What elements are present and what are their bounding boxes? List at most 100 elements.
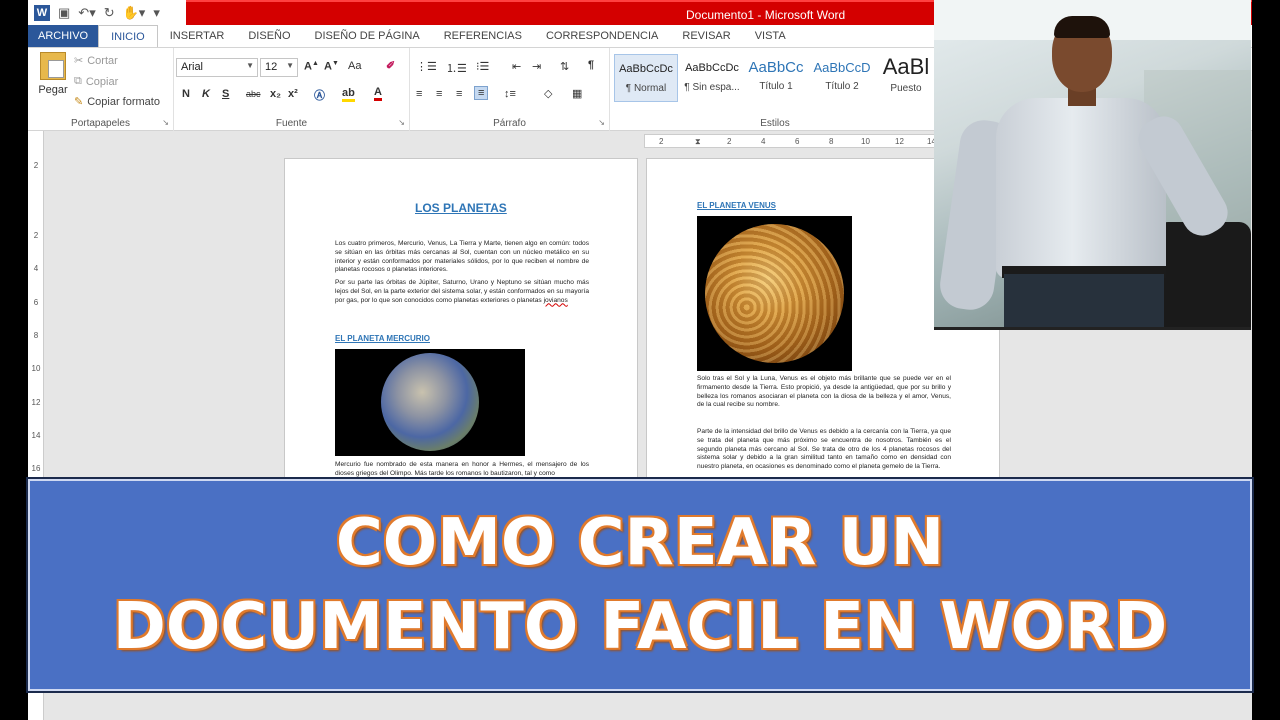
- font-group: Arial ▼ 12 ▼ A▲ A▼ Aa ✐ N K S abc x₂ x² …: [174, 48, 410, 132]
- vruler-tick: 4: [33, 264, 39, 273]
- style-name: ¶ Sin espa...: [684, 82, 740, 93]
- tab-inicio[interactable]: INICIO: [98, 25, 158, 47]
- change-case-button[interactable]: Aa: [348, 60, 361, 72]
- mercury-image[interactable]: [335, 349, 525, 456]
- style-preview: AaBbCcDc: [619, 63, 673, 75]
- bold-button[interactable]: N: [182, 88, 190, 100]
- hruler-tick: 10: [861, 137, 870, 146]
- style-preview: AaBbCcDc: [685, 62, 739, 74]
- copy-button[interactable]: ⧉ Copiar: [74, 75, 118, 88]
- hruler-tick: 4: [761, 137, 766, 146]
- strikethrough-button[interactable]: abc: [246, 89, 261, 99]
- cut-label: Cortar: [87, 54, 118, 67]
- format-painter-button[interactable]: ✎ Copiar formato: [74, 95, 160, 109]
- highlight-icon[interactable]: ab: [342, 87, 355, 102]
- style-titulo-2[interactable]: AaBbCcD Título 2: [810, 54, 874, 102]
- style-preview: AaBbCc: [748, 59, 804, 76]
- vruler-tick: 6: [33, 298, 39, 307]
- window-title: Documento1 - Microsoft Word: [686, 8, 846, 22]
- section-heading: EL PLANETA MERCURIO: [335, 334, 430, 343]
- font-size-value: 12: [265, 61, 278, 73]
- mercury-planet: [381, 353, 479, 451]
- styles-group: AaBbCcDc ¶ Normal AaBbCcDc ¶ Sin espa...…: [610, 48, 940, 132]
- document-title: LOS PLANETAS: [415, 201, 507, 215]
- tab-referencias[interactable]: REFERENCIAS: [432, 25, 534, 47]
- undo-icon[interactable]: ↶▾: [78, 6, 95, 19]
- font-color-icon[interactable]: A: [374, 86, 382, 101]
- chevron-down-icon: ▼: [246, 61, 254, 70]
- format-painter-label: Copiar formato: [87, 95, 160, 108]
- tab-vista[interactable]: VISTA: [743, 25, 798, 47]
- style-name: Título 2: [825, 81, 859, 92]
- chair: [1156, 222, 1251, 327]
- hruler-tick: 12: [895, 137, 904, 146]
- chevron-down-icon: ▼: [286, 61, 294, 70]
- tab-diseno[interactable]: DISEÑO: [236, 25, 302, 47]
- increase-indent-icon[interactable]: ⇥: [532, 60, 541, 73]
- cut-button[interactable]: ✂ Cortar: [74, 54, 118, 68]
- save-icon[interactable]: ▣: [58, 6, 70, 19]
- clear-format-icon[interactable]: ✐: [386, 59, 395, 72]
- venus-image[interactable]: [697, 216, 852, 371]
- customize-qat-icon[interactable]: ▾: [153, 6, 160, 19]
- shading-icon[interactable]: ◇: [544, 87, 552, 100]
- tab-diseno-pagina[interactable]: DISEÑO DE PÁGINA: [303, 25, 432, 47]
- touch-mode-icon[interactable]: ✋▾: [123, 6, 146, 19]
- font-size-box[interactable]: 12 ▼: [260, 58, 298, 77]
- tab-correspondencia[interactable]: CORRESPONDENCIA: [534, 25, 670, 47]
- vruler-tick: 10: [31, 364, 41, 373]
- vruler-tick: 2: [33, 161, 39, 170]
- tab-archivo[interactable]: ARCHIVO: [28, 25, 99, 47]
- tab-revisar[interactable]: REVISAR: [670, 25, 742, 47]
- indent-marker-icon[interactable]: ⧗: [695, 137, 701, 147]
- borders-icon[interactable]: ▦: [572, 87, 582, 100]
- dialog-launcher-icon[interactable]: ↘: [162, 118, 169, 127]
- decrease-indent-icon[interactable]: ⇤: [512, 60, 521, 73]
- font-name-box[interactable]: Arial ▼: [176, 58, 258, 77]
- redo-icon[interactable]: ↻: [104, 6, 115, 19]
- paintbrush-icon: ✎: [74, 96, 84, 108]
- title-banner: COMO CREAR UN DOCUMENTO FACIL EN WORD: [28, 479, 1252, 691]
- italic-button[interactable]: K: [202, 88, 210, 100]
- hruler-tick: 2: [659, 137, 664, 146]
- align-center-icon[interactable]: ≡: [436, 88, 442, 100]
- style-normal[interactable]: AaBbCcDc ¶ Normal: [614, 54, 678, 102]
- venus-planet: [705, 224, 844, 363]
- superscript-button[interactable]: x²: [288, 88, 298, 100]
- grow-font-icon[interactable]: A▲: [304, 60, 319, 73]
- styles-group-label: Estilos: [760, 118, 790, 129]
- shrink-font-icon[interactable]: A▼: [324, 60, 339, 73]
- section-heading: EL PLANETA VENUS: [697, 201, 776, 210]
- font-group-label: Fuente: [275, 118, 308, 129]
- dialog-launcher-icon[interactable]: ↘: [598, 118, 605, 127]
- copy-icon: ⧉: [74, 75, 82, 87]
- copy-label: Copiar: [85, 75, 119, 88]
- align-right-icon[interactable]: ≡: [456, 88, 462, 100]
- vruler-tick: 12: [31, 398, 41, 407]
- subscript-button[interactable]: x₂: [270, 88, 281, 100]
- paragraph-group-label: Párrafo: [493, 118, 526, 129]
- show-marks-icon[interactable]: ¶: [588, 59, 594, 71]
- multilevel-list-icon[interactable]: ⁝☰: [476, 60, 489, 73]
- tab-insertar[interactable]: INSERTAR: [158, 25, 237, 47]
- numbering-icon[interactable]: ⒈☰: [446, 60, 467, 76]
- style-puesto[interactable]: AaBl Puesto: [874, 54, 938, 102]
- banner-line-1: COMO CREAR UN: [335, 506, 945, 580]
- bullets-icon[interactable]: ⋮☰: [416, 60, 437, 73]
- text-effects-icon[interactable]: Ⓐ: [314, 87, 325, 103]
- dialog-launcher-icon[interactable]: ↘: [398, 118, 405, 127]
- paste-icon: [40, 52, 66, 80]
- hruler-tick: 6: [795, 137, 800, 146]
- line-spacing-icon[interactable]: ↕≡: [504, 88, 516, 100]
- font-name-value: Arial: [181, 61, 204, 73]
- justify-icon[interactable]: ≡: [474, 86, 489, 100]
- sort-icon[interactable]: ⇅: [560, 60, 569, 73]
- vruler-tick: 14: [31, 431, 41, 440]
- style-titulo-1[interactable]: AaBbCc Título 1: [744, 54, 808, 102]
- paragraph: Parte de la intensidad del brillo de Ven…: [697, 428, 951, 471]
- style-sin-espaciado[interactable]: AaBbCcDc ¶ Sin espa...: [680, 54, 744, 102]
- align-left-icon[interactable]: ≡: [416, 88, 422, 100]
- paste-button[interactable]: Pegar: [36, 52, 70, 96]
- paragraph: Por su parte las órbitas de Júpiter, Sat…: [335, 279, 589, 305]
- underline-button[interactable]: S: [222, 88, 229, 100]
